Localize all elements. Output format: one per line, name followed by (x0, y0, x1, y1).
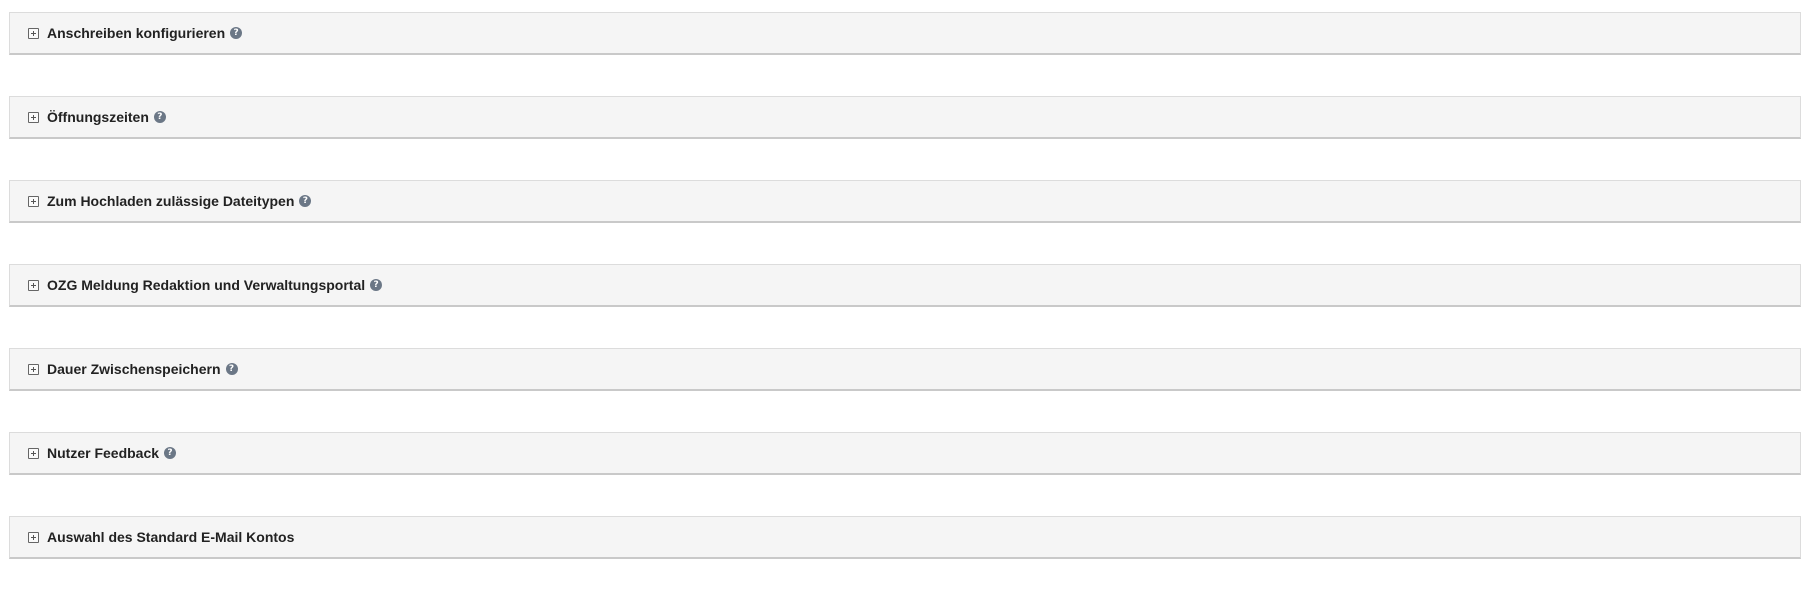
expand-plus-icon[interactable] (28, 531, 39, 543)
panel-title: OZG Meldung Redaktion und Verwaltungspor… (47, 277, 366, 293)
expand-plus-icon[interactable] (28, 447, 39, 459)
settings-panels: Anschreiben konfigurieren ? Öffnungszeit… (0, 0, 1811, 590)
help-icon[interactable]: ? (230, 27, 243, 39)
help-icon[interactable]: ? (225, 363, 238, 375)
help-icon[interactable]: ? (299, 195, 312, 207)
expand-plus-icon[interactable] (28, 195, 39, 207)
panel-nutzer-feedback[interactable]: Nutzer Feedback ? (9, 432, 1801, 475)
expand-plus-icon[interactable] (28, 279, 39, 291)
expand-plus-icon[interactable] (28, 363, 39, 375)
expand-plus-icon[interactable] (28, 27, 39, 39)
panel-title: Öffnungszeiten (47, 109, 149, 125)
panel-oeffnungszeiten[interactable]: Öffnungszeiten ? (9, 96, 1801, 139)
panel-ozg-meldung[interactable]: OZG Meldung Redaktion und Verwaltungspor… (9, 264, 1801, 307)
panel-title: Dauer Zwischenspeichern (47, 361, 221, 377)
panel-standard-email-konto[interactable]: Auswahl des Standard E-Mail Kontos (9, 516, 1801, 559)
panel-dateitypen[interactable]: Zum Hochladen zulässige Dateitypen ? (9, 180, 1801, 223)
help-icon[interactable]: ? (164, 447, 177, 459)
panel-dauer-zwischenspeichern[interactable]: Dauer Zwischenspeichern ? (9, 348, 1801, 391)
help-icon[interactable]: ? (370, 279, 383, 291)
panel-title: Anschreiben konfigurieren (47, 25, 226, 41)
panel-title: Nutzer Feedback (47, 445, 160, 461)
panel-title: Zum Hochladen zulässige Dateitypen (47, 193, 295, 209)
panel-anschreiben-konfigurieren[interactable]: Anschreiben konfigurieren ? (9, 12, 1801, 55)
expand-plus-icon[interactable] (28, 111, 39, 123)
help-icon[interactable]: ? (153, 111, 166, 123)
panel-title: Auswahl des Standard E-Mail Kontos (47, 529, 295, 545)
